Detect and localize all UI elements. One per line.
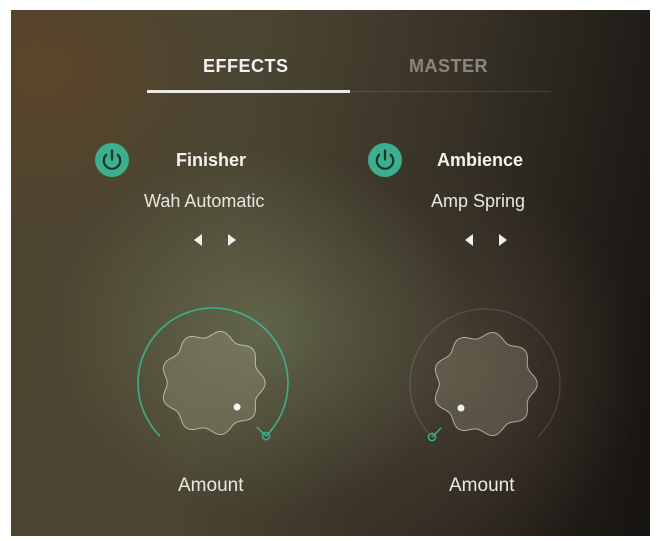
triangle-right-icon (499, 234, 507, 246)
ambience-preset-name[interactable]: Amp Spring (431, 191, 525, 212)
ambience-prev-preset-button[interactable] (461, 231, 477, 249)
ambience-power-button[interactable] (368, 143, 402, 177)
knob-body (162, 330, 266, 436)
ambience-amount-knob[interactable] (405, 304, 565, 464)
triangle-right-icon (228, 234, 236, 246)
effects-panel: EFFECTS MASTER Finisher Wah Automatic Am… (11, 10, 650, 536)
ambience-title: Ambience (437, 150, 524, 170)
tab-master[interactable]: MASTER (409, 56, 488, 77)
finisher-amount-knob[interactable] (133, 303, 293, 463)
finisher-preset-name[interactable]: Wah Automatic (144, 191, 264, 212)
triangle-left-icon (465, 234, 473, 246)
finisher-amount-label: Amount (178, 475, 244, 496)
power-icon (102, 149, 122, 170)
knob-indicator-dot (457, 404, 465, 412)
finisher-next-preset-button[interactable] (224, 231, 240, 249)
power-icon (375, 149, 395, 170)
knob-body (434, 331, 538, 437)
finisher-title: Finisher (176, 150, 247, 170)
knob-indicator-dot (233, 403, 241, 411)
ambience-next-preset-button[interactable] (495, 231, 511, 249)
knob-marker-line (256, 426, 267, 437)
tab-effects[interactable]: EFFECTS (203, 56, 289, 77)
active-tab-indicator (147, 90, 350, 93)
finisher-prev-preset-button[interactable] (190, 231, 206, 249)
finisher-power-button[interactable] (95, 143, 129, 177)
knob-marker-line (431, 427, 442, 438)
triangle-left-icon (194, 234, 202, 246)
ambience-amount-label: Amount (449, 475, 515, 496)
